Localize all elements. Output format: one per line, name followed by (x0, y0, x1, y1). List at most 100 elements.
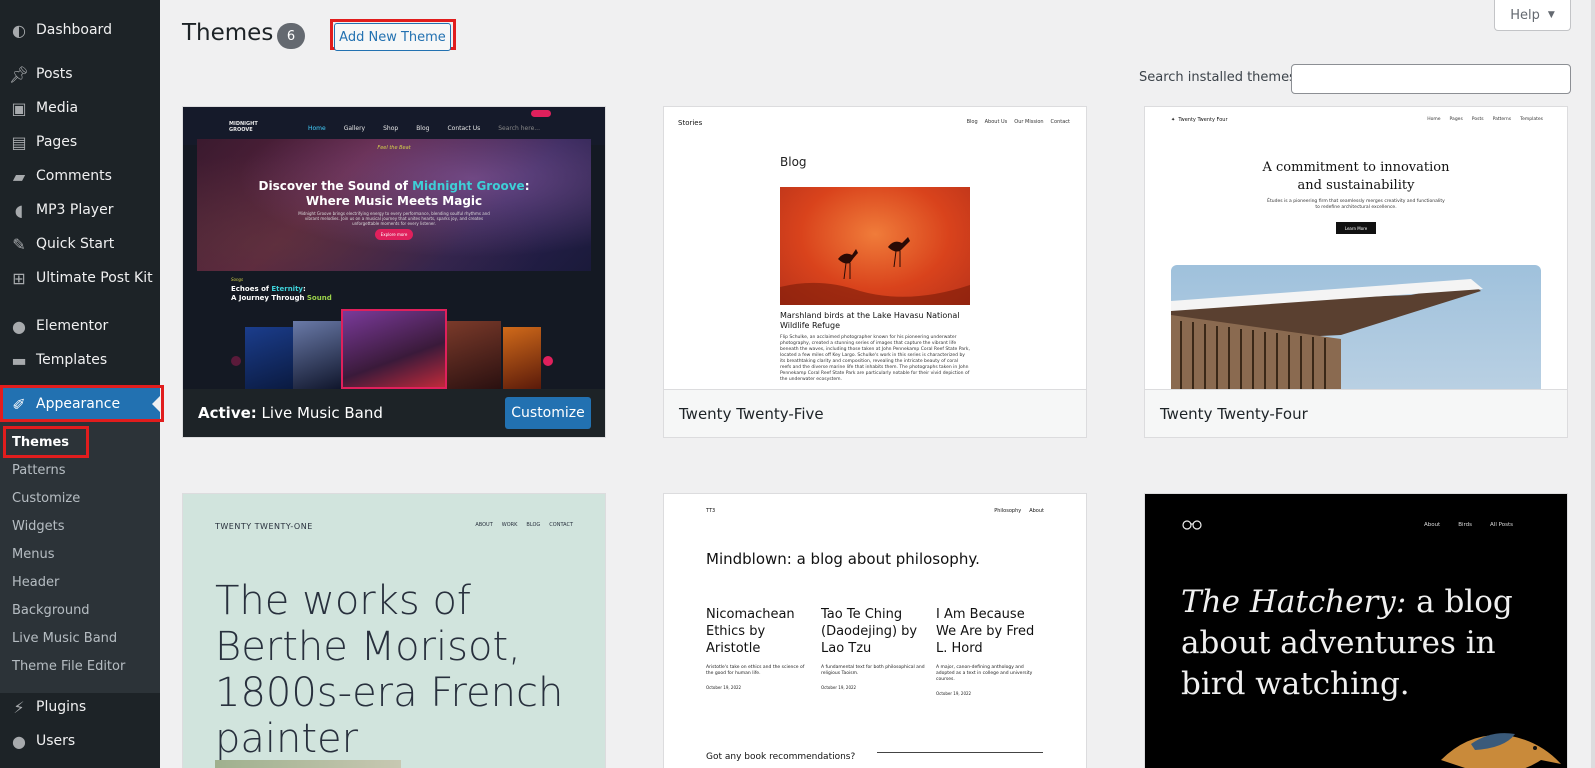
preview-gallery-tile (503, 327, 541, 389)
preview-echoes-b: : (303, 285, 306, 293)
preview-hero-title-accent: Midnight Groove (412, 179, 525, 193)
preview-brand: TWENTY TWENTY-ONE (215, 522, 313, 531)
customize-button[interactable]: Customize (505, 397, 591, 429)
page-scrollbar[interactable] (1591, 0, 1595, 768)
preview-nav-link: Philosophy (994, 508, 1022, 514)
preview-post: I Am Because We Are by Fred L. Hord A ma… (936, 606, 1042, 696)
theme-screenshot[interactable]: TWENTY TWENTY-ONE ABOUT WORK BLOG CONTAC… (183, 494, 605, 768)
admin-sidebar: ◐ Dashboard 📌︎ Posts ▣ Media ▤ Pages ▰ C… (0, 0, 160, 768)
menu-item-dashboard[interactable]: ◐ Dashboard (0, 13, 160, 47)
binoculars-icon (1182, 520, 1202, 530)
theme-name: Live Music Band (261, 404, 383, 422)
quick-start-icon: ✎ (12, 234, 26, 254)
preview-post-desc: Aristotle's take on ethics and the scien… (706, 665, 805, 676)
theme-screenshot[interactable]: About Birds All Posts The Hatchery: a bl… (1145, 494, 1567, 768)
preview-nav-link: Pages (1449, 117, 1463, 122)
menu-item-templates[interactable]: ▬ Templates (0, 343, 160, 377)
submenu-item-customize[interactable]: Customize (12, 491, 80, 506)
menu-item-elementor[interactable]: ● Elementor (0, 309, 160, 343)
preview-hero-title-b: : (524, 179, 530, 193)
preview-heading-line: A commitment to innovation (1262, 160, 1450, 175)
submenu-item-theme-file-editor[interactable]: Theme File Editor (12, 659, 125, 674)
preview-hero-title-c: Where Music Meets Magic (305, 194, 483, 208)
menu-item-media[interactable]: ▣ Media (0, 91, 160, 125)
preview-post-title: Tao Te Ching (Daodejing) by Lao Tzu (821, 607, 918, 656)
preview-heading-line: and sustainability (1297, 178, 1415, 193)
search-label: Search installed themes (1139, 70, 1296, 85)
preview-nav-link: Blog (966, 119, 978, 125)
preview-echoes-c: A Journey Through (231, 294, 307, 302)
menu-item-appearance[interactable]: ✐ Appearance (0, 387, 160, 421)
preview-nav-link: About (1423, 522, 1441, 528)
theme-card-twenty-twenty-one[interactable]: TWENTY TWENTY-ONE ABOUT WORK BLOG CONTAC… (182, 493, 606, 768)
menu-item-posts[interactable]: 📌︎ Posts (0, 57, 160, 91)
menu-item-label: Appearance (36, 396, 121, 412)
preview-image (215, 760, 401, 768)
theme-screenshot[interactable]: Stories Blog About Us Our Mission Contac… (664, 107, 1086, 389)
appearance-submenu: Themes Patterns Customize Widgets Menus … (0, 421, 160, 693)
help-label: Help (1510, 7, 1540, 23)
theme-screenshot[interactable]: ✦ Twenty Twenty Four Home Pages Posts Pa… (1145, 107, 1567, 389)
preview-gallery-tile (293, 321, 341, 389)
submenu-item-widgets[interactable]: Widgets (12, 519, 65, 534)
preview-nav-links: Philosophy About (994, 508, 1044, 514)
birds-silhouette-icon (780, 237, 970, 305)
preview-gallery-tile-featured (341, 309, 447, 389)
preview-post-title: Nicomachean Ethics by Aristotle (706, 607, 795, 656)
preview-heading: Blog (780, 155, 807, 169)
theme-card-twenty-twenty-three[interactable]: TT3 Philosophy About Mindblown: a blog a… (663, 493, 1087, 768)
theme-card-active[interactable]: MIDNIGHT GROOVE Home Gallery Shop Blog C… (182, 106, 606, 438)
folder-icon: ▬ (11, 350, 27, 370)
plugin-icon: ⚡︎ (13, 697, 25, 717)
preview-prev-arrow-icon (231, 356, 241, 366)
media-icon: ▣ (11, 98, 27, 118)
preview-post-date: October 19, 2022 (936, 691, 972, 696)
theme-card-twenty-twenty-two[interactable]: About Birds All Posts The Hatchery: a bl… (1144, 493, 1568, 768)
preview-hero-title-a: Discover the Sound of (258, 179, 413, 193)
submenu-item-live-music-band[interactable]: Live Music Band (12, 631, 117, 646)
preview-nav-link: Home (1427, 117, 1441, 122)
menu-item-mp3-player[interactable]: ◖ MP3 Player (0, 193, 160, 227)
menu-item-ultimate-post-kit[interactable]: ⊞ Ultimate Post Kit (0, 261, 160, 295)
preview-hero: Feel the Beat Discover the Sound of Midn… (197, 139, 591, 271)
preview-nav-link: Contact Us (447, 125, 481, 132)
submenu-item-background[interactable]: Background (12, 603, 90, 618)
menu-item-comments[interactable]: ▰ Comments (0, 159, 160, 193)
preview-gallery-tile (447, 321, 501, 389)
menu-item-label: Elementor (36, 318, 109, 334)
comments-icon: ▰ (12, 166, 26, 186)
preview-nav-link: Gallery (343, 125, 366, 132)
menu-item-users[interactable]: ● Users (0, 724, 160, 758)
user-icon: ● (12, 731, 26, 751)
add-new-theme-button[interactable]: Add New Theme (334, 23, 451, 51)
theme-screenshot[interactable]: MIDNIGHT GROOVE Home Gallery Shop Blog C… (183, 107, 605, 389)
preview-image-building (1171, 265, 1541, 389)
preview-signin-pill (531, 110, 551, 117)
preview-image-birds (780, 187, 970, 305)
preview-heading-em: The Hatchery: (1181, 584, 1407, 620)
submenu-item-patterns[interactable]: Patterns (12, 463, 66, 478)
preview-nav-link: All Posts (1490, 522, 1513, 528)
menu-item-label: Plugins (36, 699, 87, 715)
menu-item-label: Ultimate Post Kit (36, 270, 153, 286)
preview-post: Nicomachean Ethics by Aristotle Aristotl… (706, 606, 812, 690)
preview-nav-link: WORK (501, 522, 518, 528)
theme-screenshot[interactable]: TT3 Philosophy About Mindblown: a blog a… (664, 494, 1086, 768)
preview-nav-link: Blog (416, 125, 430, 132)
building-image (1171, 279, 1483, 389)
submenu-item-menus[interactable]: Menus (12, 547, 54, 562)
menu-item-pages[interactable]: ▤ Pages (0, 125, 160, 159)
search-themes-input[interactable] (1291, 64, 1571, 94)
help-button[interactable]: Help ▼ (1494, 0, 1571, 31)
theme-card-twenty-twenty-four[interactable]: ✦ Twenty Twenty Four Home Pages Posts Pa… (1144, 106, 1568, 438)
submenu-item-themes[interactable]: Themes (12, 435, 69, 450)
preview-kicker: Feel the Beat (377, 145, 411, 151)
preview-post-date: October 19, 2022 (706, 685, 742, 690)
preview-brand-label: Twenty Twenty Four (1178, 117, 1228, 123)
preview-logo: MIDNIGHT GROOVE (229, 121, 258, 133)
theme-card-twenty-twenty-five[interactable]: Stories Blog About Us Our Mission Contac… (663, 106, 1087, 438)
menu-item-plugins[interactable]: ⚡︎ Plugins (0, 690, 160, 724)
menu-item-quick-start[interactable]: ✎ Quick Start (0, 227, 160, 261)
pages-icon: ▤ (11, 132, 27, 152)
submenu-item-header[interactable]: Header (12, 575, 59, 590)
